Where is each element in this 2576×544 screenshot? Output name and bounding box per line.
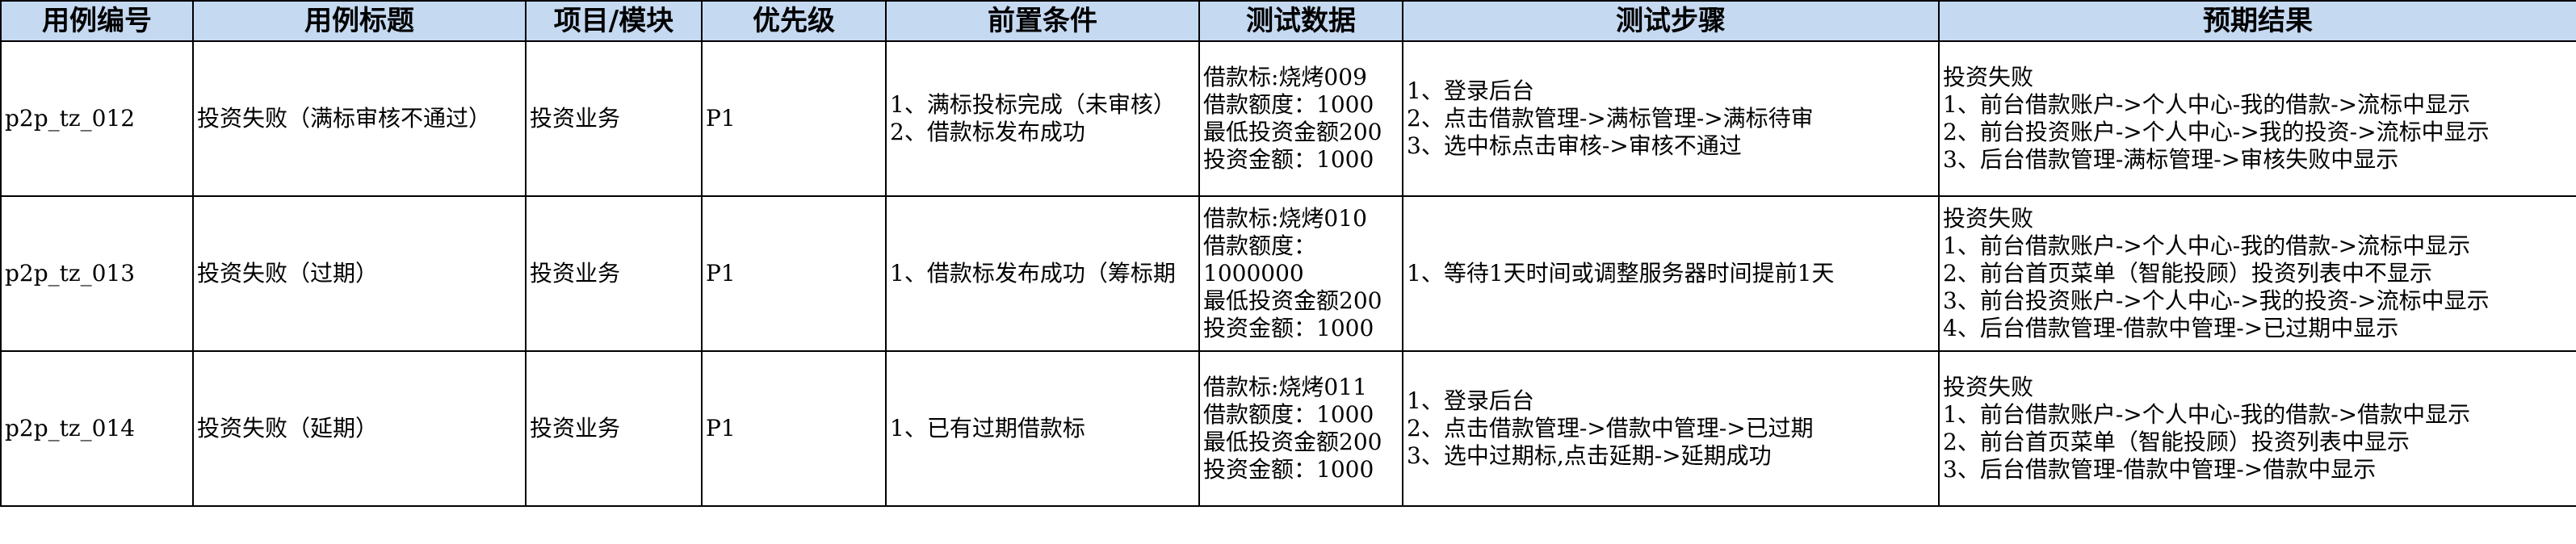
cell-test-data[interactable]: 借款标:烧烤009 借款额度：1000 最低投资金额200 投资金额：1000 <box>1198 40 1403 197</box>
cell-module[interactable]: 投资业务 <box>525 195 703 352</box>
cell-expected-result[interactable]: 投资失败 1、前台借款账户->个人中心-我的借款->借款中显示 2、前台首页菜单… <box>1938 350 2576 507</box>
table-row: p2p_tz_014 投资失败（延期） 投资业务 P1 1、已有过期借款标 借款… <box>0 350 2576 507</box>
header-test-data[interactable]: 测试数据 <box>1198 0 1403 42</box>
header-row: 用例编号 用例标题 项目/模块 优先级 前置条件 测试数据 测试步骤 预期结果 <box>0 0 2576 42</box>
header-module[interactable]: 项目/模块 <box>525 0 703 42</box>
cell-module[interactable]: 投资业务 <box>525 350 703 507</box>
cell-case-id[interactable]: p2p_tz_014 <box>0 350 194 507</box>
header-case-id[interactable]: 用例编号 <box>0 0 194 42</box>
header-expected-result[interactable]: 预期结果 <box>1938 0 2576 42</box>
header-case-title[interactable]: 用例标题 <box>192 0 527 42</box>
cell-test-data[interactable]: 借款标:烧烤011 借款额度：1000 最低投资金额200 投资金额：1000 <box>1198 350 1403 507</box>
cell-case-id[interactable]: p2p_tz_013 <box>0 195 194 352</box>
test-case-table: 用例编号 用例标题 项目/模块 优先级 前置条件 测试数据 测试步骤 预期结果 … <box>0 0 2576 507</box>
cell-precondition[interactable]: 1、已有过期借款标 <box>885 350 1200 507</box>
header-test-steps[interactable]: 测试步骤 <box>1402 0 1940 42</box>
cell-expected-result[interactable]: 投资失败 1、前台借款账户->个人中心-我的借款->流标中显示 2、前台投资账户… <box>1938 40 2576 197</box>
cell-case-title[interactable]: 投资失败（延期） <box>192 350 527 507</box>
cell-test-steps[interactable]: 1、等待1天时间或调整服务器时间提前1天 <box>1402 195 1940 352</box>
cell-precondition[interactable]: 1、借款标发布成功（筹标期 <box>885 195 1200 352</box>
cell-test-data[interactable]: 借款标:烧烤010 借款额度： 1000000 最低投资金额200 投资金额：1… <box>1198 195 1403 352</box>
cell-priority[interactable]: P1 <box>701 350 887 507</box>
cell-expected-result[interactable]: 投资失败 1、前台借款账户->个人中心-我的借款->流标中显示 2、前台首页菜单… <box>1938 195 2576 352</box>
cell-module[interactable]: 投资业务 <box>525 40 703 197</box>
header-precondition[interactable]: 前置条件 <box>885 0 1200 42</box>
cell-case-title[interactable]: 投资失败（满标审核不通过） <box>192 40 527 197</box>
cell-case-title[interactable]: 投资失败（过期） <box>192 195 527 352</box>
cell-test-steps[interactable]: 1、登录后台 2、点击借款管理->借款中管理->已过期 3、选中过期标,点击延期… <box>1402 350 1940 507</box>
header-priority[interactable]: 优先级 <box>701 0 887 42</box>
cell-precondition[interactable]: 1、满标投标完成（未审核） 2、借款标发布成功 <box>885 40 1200 197</box>
cell-priority[interactable]: P1 <box>701 195 887 352</box>
table-row: p2p_tz_012 投资失败（满标审核不通过） 投资业务 P1 1、满标投标完… <box>0 40 2576 197</box>
cell-test-steps[interactable]: 1、登录后台 2、点击借款管理->满标管理->满标待审 3、选中标点击审核->审… <box>1402 40 1940 197</box>
cell-case-id[interactable]: p2p_tz_012 <box>0 40 194 197</box>
table-row: p2p_tz_013 投资失败（过期） 投资业务 P1 1、借款标发布成功（筹标… <box>0 195 2576 352</box>
cell-priority[interactable]: P1 <box>701 40 887 197</box>
